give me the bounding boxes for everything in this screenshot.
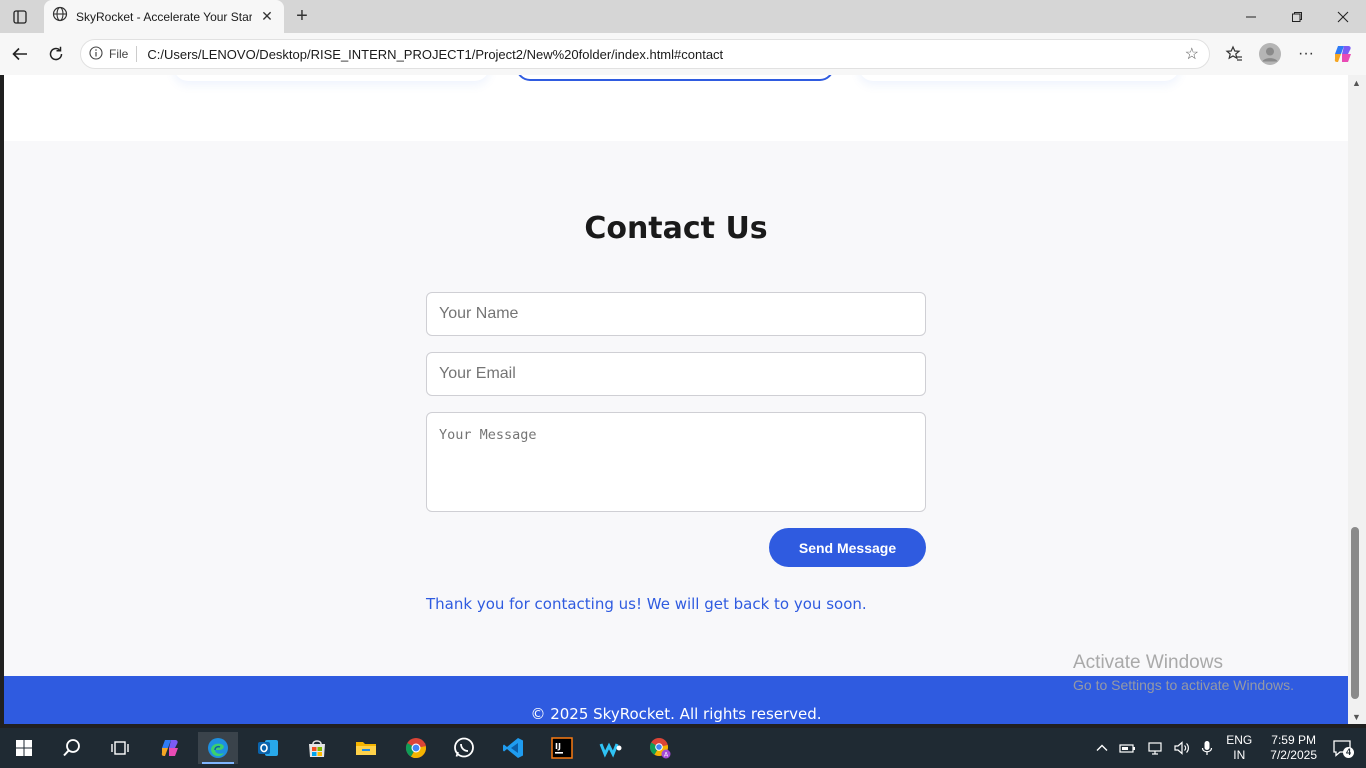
feature-card [859,75,1179,81]
page-viewport: Contact Us Send Message Thank you for co… [4,75,1348,724]
address-divider [136,46,138,62]
microphone-icon[interactable] [1201,740,1213,756]
new-tab-icon[interactable]: + [290,4,314,28]
send-message-button[interactable]: Send Message [769,528,926,567]
refresh-icon[interactable] [44,42,68,66]
browser-tab[interactable]: SkyRocket - Accelerate Your Startup ✕ [44,0,284,33]
url-text: C:/Users/LENOVO/Desktop/RISE_INTERN_PROJ… [147,46,724,62]
intellij-icon[interactable]: IJ [542,732,582,764]
contact-title: Contact Us [584,211,768,246]
scroll-up-icon[interactable]: ▲ [1352,78,1361,88]
watermark-subtitle: Go to Settings to activate Windows. [1073,677,1294,693]
vscode-icon[interactable] [493,732,533,764]
language-code: ENG [1226,733,1253,747]
notification-count: 4 [1342,747,1354,758]
search-icon[interactable] [52,732,92,764]
features-section-bottom [4,75,1348,141]
copilot-taskbar-icon[interactable] [150,732,190,764]
copilot-icon[interactable] [1330,42,1356,66]
system-tray: ENG IN 7:59 PM 7/2/2025 4 [1090,728,1366,768]
file-explorer-icon[interactable] [346,732,386,764]
svg-text:IJ: IJ [555,742,561,751]
feature-card-highlighted [516,75,834,81]
feature-card [174,75,489,81]
region-code: IN [1233,748,1246,762]
tab-bar: SkyRocket - Accelerate Your Startup ✕ + [0,0,1366,33]
tab-actions-icon[interactable] [0,0,40,33]
windows-start-icon[interactable] [4,732,44,764]
close-window-icon[interactable] [1320,0,1366,33]
footer-copyright: © 2025 SkyRocket. All rights reserved. [530,705,822,723]
confirmation-message: Thank you for contacting us! We will get… [426,595,867,613]
chrome-icon[interactable] [396,732,436,764]
back-icon[interactable] [8,42,32,66]
tab-title: SkyRocket - Accelerate Your Startup [76,9,252,24]
battery-icon[interactable] [1119,741,1137,755]
info-icon [89,45,103,63]
profile-avatar-icon[interactable] [1256,42,1284,66]
outlook-icon[interactable] [248,732,288,764]
favorites-icon[interactable] [1222,42,1246,66]
clock-time: 7:59 PM [1271,733,1316,747]
message-textarea[interactable] [426,412,926,512]
page-scrollbar[interactable]: ▲ ▼ [1348,75,1366,724]
volume-icon[interactable] [1173,740,1191,756]
webstorm-icon[interactable] [591,732,631,764]
contact-section: Contact Us Send Message Thank you for co… [4,141,1348,676]
network-icon[interactable] [1147,740,1163,756]
window-controls [1228,0,1366,33]
edge-browser-icon[interactable] [198,732,238,764]
name-input[interactable] [426,292,926,336]
file-label: File [109,47,129,61]
site-info[interactable]: File [89,45,129,63]
browser-toolbar: File C:/Users/LENOVO/Desktop/RISE_INTERN… [0,33,1366,75]
more-options-icon[interactable]: ··· [1294,42,1318,66]
favorite-star-icon[interactable]: ☆ [1185,44,1199,64]
notifications-icon[interactable]: 4 [1332,739,1354,758]
task-view-icon[interactable] [100,732,140,764]
show-hidden-icons-icon[interactable] [1095,741,1109,755]
watermark-title: Activate Windows [1073,652,1223,673]
close-tab-icon[interactable]: ✕ [260,8,274,25]
address-bar[interactable]: File C:/Users/LENOVO/Desktop/RISE_INTERN… [80,39,1210,69]
globe-icon [52,6,68,27]
minimize-icon[interactable] [1228,0,1274,33]
language-indicator[interactable]: ENG IN [1226,733,1252,763]
clock[interactable]: 7:59 PM 7/2/2025 [1270,733,1317,763]
scrollbar-thumb[interactable] [1351,527,1359,699]
clock-date: 7/2/2025 [1270,748,1317,762]
activate-windows-watermark: Activate Windows Go to Settings to activ… [1073,652,1294,693]
microsoft-store-icon[interactable] [297,732,337,764]
restore-icon[interactable] [1274,0,1320,33]
windows-taskbar: IJ A ENG IN 7:59 PM 7/2/2025 4 [0,728,1366,768]
whatsapp-icon[interactable] [444,732,484,764]
chrome-profile-icon[interactable]: A [640,732,680,764]
scroll-down-icon[interactable]: ▼ [1352,712,1361,722]
email-input[interactable] [426,352,926,396]
